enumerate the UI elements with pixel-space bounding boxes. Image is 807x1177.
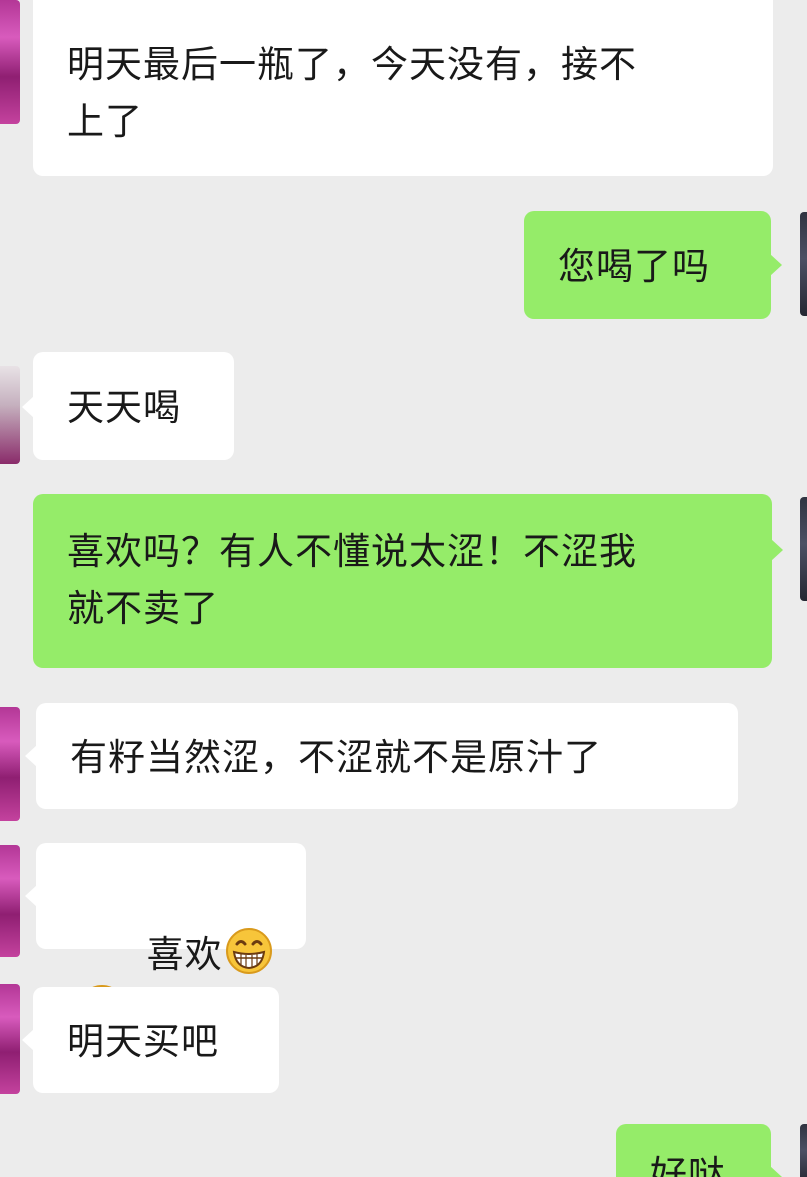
self-avatar[interactable] xyxy=(800,497,807,601)
contact-avatar[interactable] xyxy=(0,0,20,124)
bubble-tail xyxy=(770,1166,782,1177)
contact-avatar[interactable] xyxy=(0,984,20,1094)
grin-icon xyxy=(225,928,272,974)
message-text: 好哒 xyxy=(650,1153,726,1177)
incoming-message-bubble[interactable]: 明天最后一瓶了，今天没有，接不 上了 xyxy=(33,0,773,176)
message-text: 喜欢吗？有人不懂说太涩！不涩我 就不卖了 xyxy=(67,530,637,630)
contact-avatar[interactable] xyxy=(0,707,20,821)
outgoing-message-bubble[interactable]: 您喝了吗 xyxy=(524,211,782,319)
bubble-tail xyxy=(771,539,783,561)
message-text: 天天喝 xyxy=(67,386,181,429)
contact-avatar[interactable] xyxy=(0,366,20,464)
bubble-tail xyxy=(22,1029,34,1051)
self-avatar[interactable] xyxy=(800,212,807,316)
bubble-tail xyxy=(22,396,34,418)
message-text: 明天买吧 xyxy=(67,1020,219,1063)
self-avatar[interactable] xyxy=(800,1124,807,1177)
chat-screen: 明天最后一瓶了，今天没有，接不 上了 您喝了吗 天天喝 喜欢吗？有人不懂说太涩！… xyxy=(0,0,807,1177)
incoming-message-bubble[interactable]: 天天喝 xyxy=(22,352,234,460)
bubble-tail xyxy=(25,745,37,767)
outgoing-message-bubble[interactable]: 喜欢吗？有人不懂说太涩！不涩我 就不卖了 xyxy=(33,494,783,668)
message-text: 喜欢 xyxy=(146,933,223,976)
bubble-tail xyxy=(25,885,37,907)
bubble-tail xyxy=(770,254,782,276)
contact-avatar[interactable] xyxy=(0,845,20,957)
incoming-message-bubble[interactable]: 喜欢 xyxy=(25,843,306,1031)
message-text: 您喝了吗 xyxy=(558,245,710,288)
outgoing-message-bubble[interactable]: 好哒 xyxy=(616,1124,782,1177)
incoming-message-bubble[interactable]: 有籽当然涩，不涩就不是原汁了 xyxy=(25,703,738,809)
incoming-message-bubble[interactable]: 明天买吧 xyxy=(22,987,279,1093)
message-text: 明天最后一瓶了，今天没有，接不 上了 xyxy=(67,43,637,143)
message-text: 有籽当然涩，不涩就不是原汁了 xyxy=(70,736,602,779)
